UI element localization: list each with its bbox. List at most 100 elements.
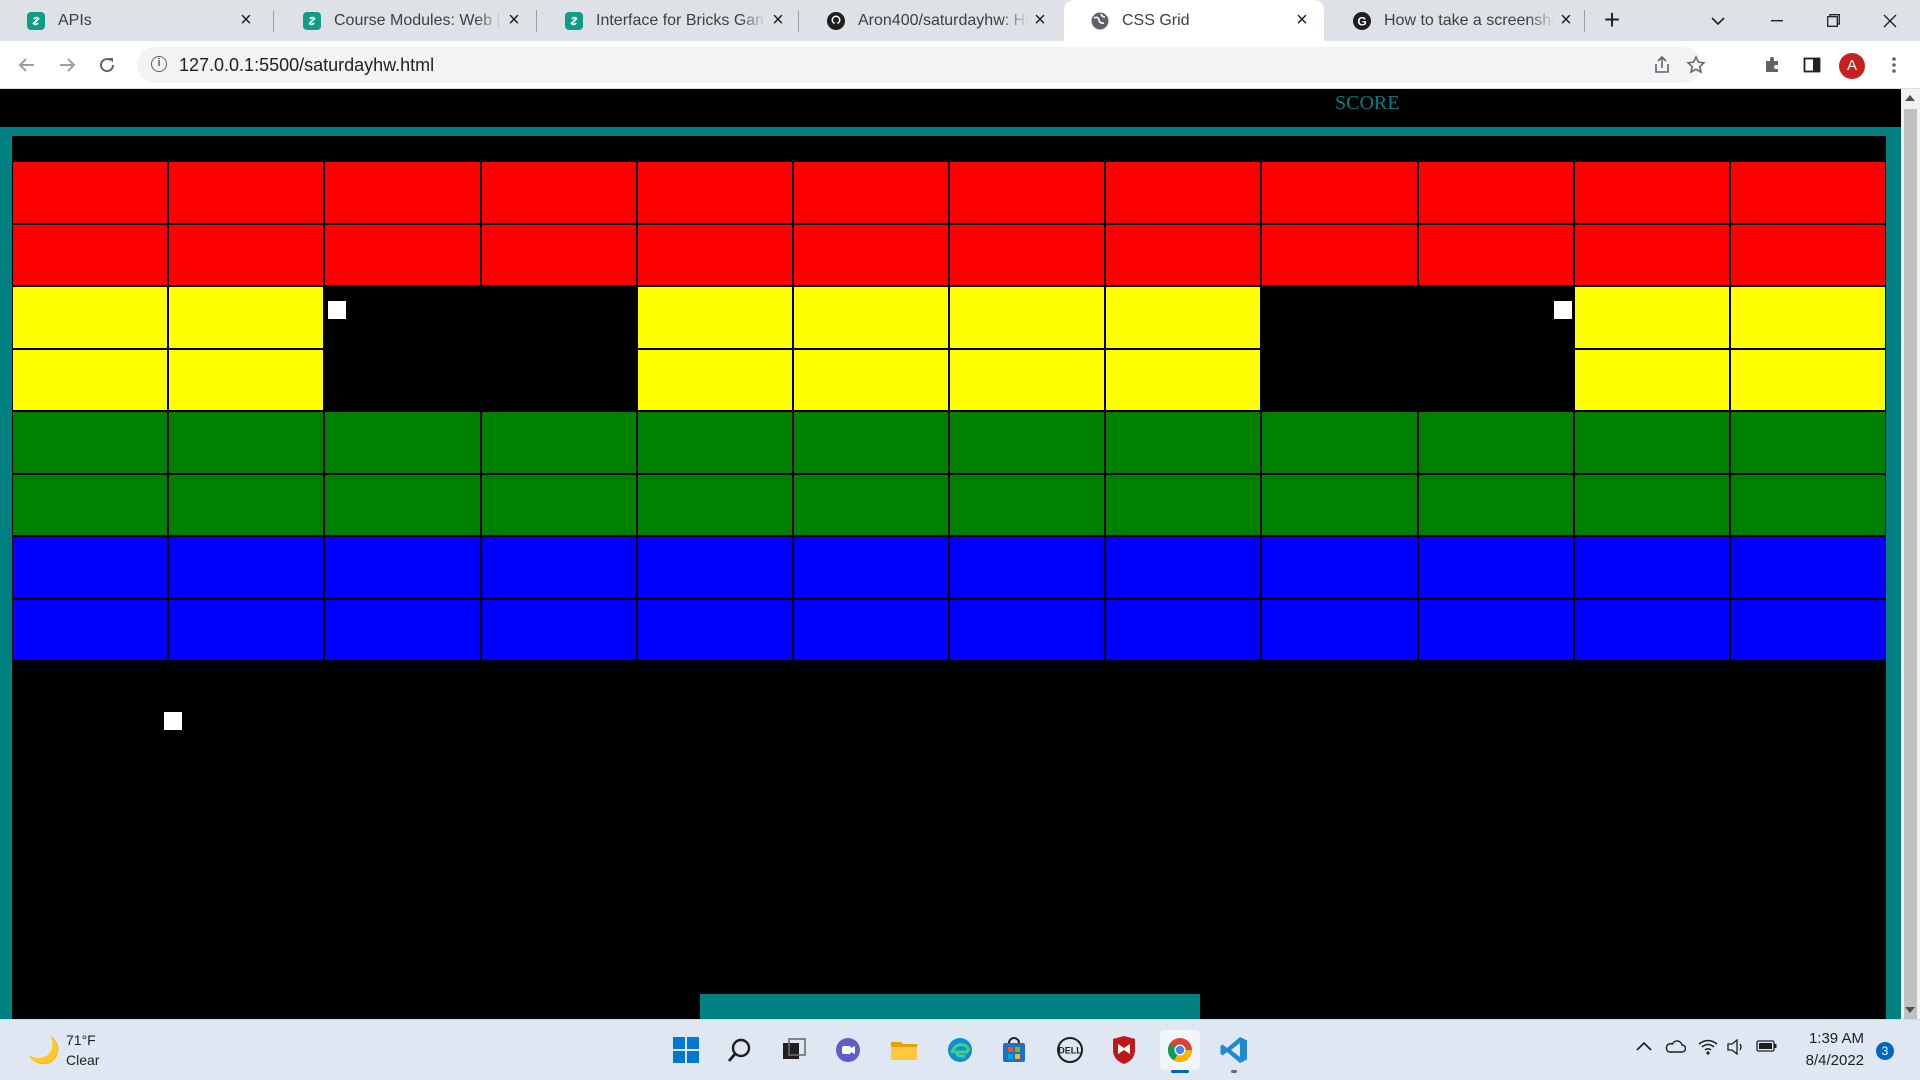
brick-empty — [324, 286, 481, 349]
brick-red — [480, 161, 637, 224]
running-indicator — [1231, 1070, 1237, 1073]
scrollbar-thumb[interactable] — [1904, 109, 1917, 1022]
close-window-button[interactable] — [1862, 0, 1918, 41]
weather-condition[interactable]: Clear — [66, 1052, 99, 1068]
brick-yellow — [168, 348, 325, 411]
share-icon[interactable] — [1651, 54, 1673, 76]
scroll-down-icon[interactable] — [1905, 1007, 1915, 1013]
edge-browser-icon[interactable] — [940, 1030, 980, 1070]
vscode-icon[interactable] — [1214, 1030, 1254, 1073]
ball — [328, 301, 346, 319]
brick-blue — [792, 598, 949, 661]
file-explorer-icon[interactable] — [884, 1030, 924, 1070]
tab-strip: APIs × Course Modules: Web | PT | Fall ×… — [0, 0, 1920, 41]
brick-red — [1105, 161, 1262, 224]
brick-green — [1417, 411, 1574, 474]
brick-yellow — [1729, 286, 1886, 349]
windows-start-icon[interactable] — [666, 1030, 706, 1070]
clock-date[interactable]: 8/4/2022 — [1796, 1052, 1864, 1069]
mcafee-icon[interactable] — [1104, 1030, 1144, 1070]
brick-green — [168, 411, 325, 474]
tab-title: APIs — [58, 11, 92, 29]
link-icon — [564, 11, 584, 31]
brick-green — [792, 473, 949, 536]
brick-red — [1573, 161, 1730, 224]
site-info-icon[interactable]: i — [151, 56, 167, 72]
svg-text:G: G — [1357, 14, 1366, 28]
browser-toolbar: i 127.0.0.1:5500/saturdayhw.html A — [0, 41, 1920, 89]
game-frame — [0, 127, 1901, 1019]
task-view-icon[interactable] — [774, 1030, 814, 1070]
brick-red — [1417, 161, 1574, 224]
volume-icon[interactable] — [1726, 1038, 1746, 1060]
close-icon[interactable]: × — [234, 9, 258, 33]
brick-blue — [168, 598, 325, 661]
forward-arrow-icon — [60, 58, 76, 72]
brick-yellow — [792, 286, 949, 349]
brick-green — [480, 473, 637, 536]
profile-avatar[interactable]: A — [1839, 53, 1865, 79]
url-text[interactable]: 127.0.0.1:5500/saturdayhw.html — [179, 55, 434, 76]
close-icon[interactable]: × — [1554, 9, 1578, 33]
brick-green — [1729, 411, 1886, 474]
microsoft-store-icon[interactable] — [994, 1030, 1034, 1070]
brick-yellow — [949, 286, 1106, 349]
minimize-button[interactable] — [1749, 0, 1805, 41]
brick-blue — [1729, 598, 1886, 661]
game-area[interactable] — [12, 136, 1886, 1019]
brick-blue — [324, 536, 481, 599]
menu-kebab-icon[interactable] — [1879, 50, 1909, 80]
brick-blue — [636, 536, 793, 599]
tab-bricks-interface[interactable]: Interface for Bricks Game - Brick × — [538, 0, 800, 41]
paddle[interactable] — [700, 994, 1200, 1019]
forward-button[interactable] — [52, 50, 82, 80]
brick-blue — [480, 536, 637, 599]
battery-icon[interactable] — [1756, 1039, 1778, 1058]
link-icon — [26, 11, 46, 31]
tab-search-chevron-icon[interactable] — [1690, 0, 1746, 41]
chrome-icon[interactable] — [1160, 1030, 1200, 1073]
side-panel-icon[interactable] — [1797, 50, 1827, 80]
reload-button[interactable] — [92, 50, 122, 80]
brick-empty — [1417, 286, 1574, 349]
weather-temp[interactable]: 71°F — [66, 1032, 96, 1048]
tab-apis[interactable]: APIs × — [0, 0, 268, 41]
brick-green — [168, 473, 325, 536]
reload-icon — [100, 58, 115, 73]
tab-screenshot-howto[interactable]: G How to take a screenshot and × — [1326, 0, 1588, 41]
back-button[interactable] — [12, 50, 42, 80]
link-icon — [302, 11, 322, 31]
vertical-scrollbar[interactable] — [1901, 89, 1920, 1022]
brick-red — [324, 223, 481, 286]
close-icon[interactable]: × — [1290, 9, 1314, 33]
brick-yellow — [792, 348, 949, 411]
brick-empty — [1417, 348, 1574, 411]
close-icon[interactable]: × — [766, 9, 790, 33]
wifi-icon[interactable] — [1698, 1039, 1718, 1060]
dell-icon[interactable]: DELL — [1050, 1030, 1090, 1070]
bookmark-star-icon[interactable] — [1685, 54, 1707, 76]
tab-course-modules[interactable]: Course Modules: Web | PT | Fall × — [276, 0, 536, 41]
brick-green — [1261, 473, 1418, 536]
new-tab-button[interactable]: + — [1597, 6, 1627, 36]
onedrive-cloud-icon[interactable] — [1664, 1039, 1687, 1058]
brick-green — [949, 473, 1106, 536]
brick-blue — [1573, 536, 1730, 599]
scroll-up-icon[interactable] — [1905, 95, 1915, 101]
extensions-puzzle-icon[interactable] — [1757, 50, 1787, 80]
brick-blue — [1261, 536, 1418, 599]
search-icon[interactable] — [720, 1030, 760, 1070]
tab-css-grid[interactable]: CSS Grid × — [1064, 0, 1324, 41]
close-icon[interactable]: × — [502, 9, 526, 33]
moon-icon[interactable]: 🌙 — [28, 1035, 60, 1066]
clock-time[interactable]: 1:39 AM — [1804, 1030, 1864, 1047]
close-icon[interactable]: × — [1028, 9, 1052, 33]
address-bar[interactable]: i 127.0.0.1:5500/saturdayhw.html — [137, 47, 1706, 83]
chevron-up-icon[interactable] — [1636, 1039, 1652, 1057]
teams-chat-icon[interactable] — [828, 1030, 868, 1070]
back-arrow-icon — [18, 58, 34, 72]
tab-github[interactable]: Aron400/saturdayhw: Homework × — [800, 0, 1062, 41]
brick-yellow — [636, 286, 793, 349]
restore-button[interactable] — [1805, 0, 1861, 41]
notification-badge[interactable]: 3 — [1876, 1042, 1894, 1060]
